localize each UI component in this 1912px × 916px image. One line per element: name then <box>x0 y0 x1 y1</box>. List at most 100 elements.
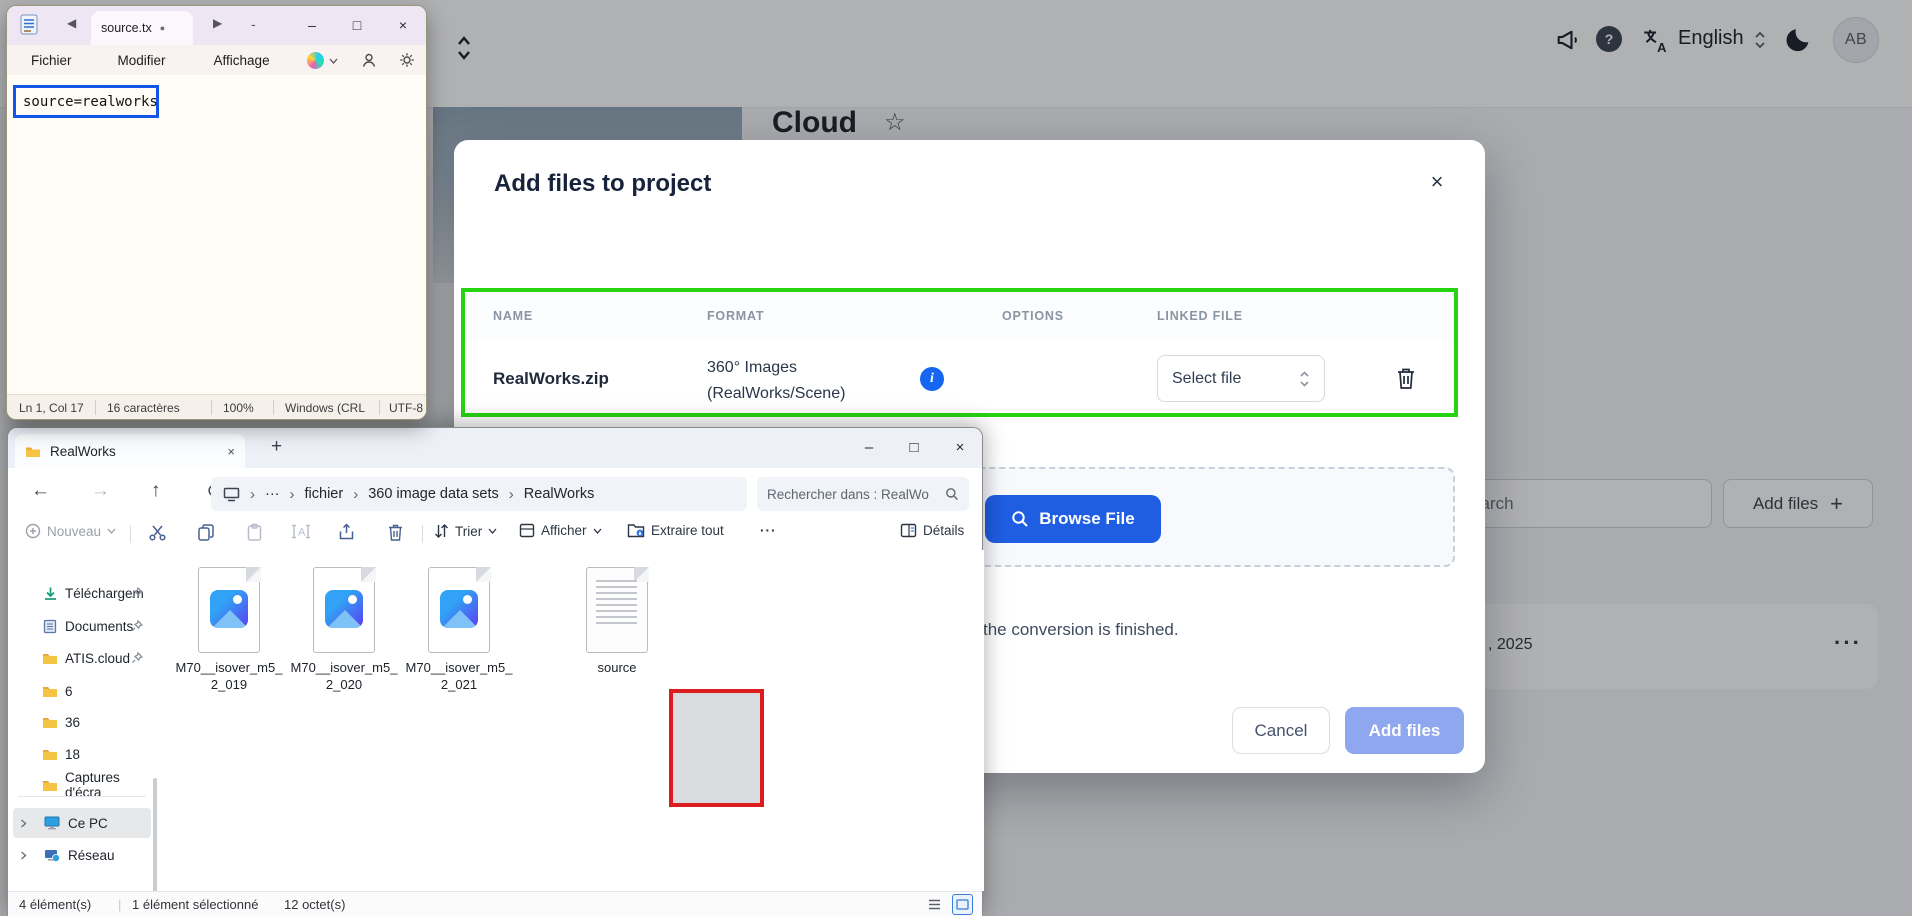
new-button[interactable]: Nouveau <box>25 523 116 539</box>
file-label-line1: M70__isover_m5_ <box>288 659 400 676</box>
this-pc-icon[interactable] <box>223 487 240 502</box>
zoom-level[interactable]: 100% <box>223 401 254 415</box>
sort-button[interactable]: Trier <box>434 523 497 539</box>
notepad-window: ◀ source.tx ● ▶ - – □ × Fichier Modifier… <box>6 5 427 420</box>
tab-forward-icon[interactable]: ▶ <box>213 16 222 30</box>
select-file-dropdown[interactable]: Select file <box>1157 355 1325 402</box>
conversion-note: the conversion is finished. <box>983 620 1179 640</box>
explorer-maximize-button[interactable]: □ <box>897 432 931 462</box>
extract-all-button[interactable]: Extraire tout <box>627 523 724 538</box>
explorer-close-button[interactable]: × <box>943 432 977 462</box>
crumb-sep: › <box>250 486 255 503</box>
share-icon[interactable] <box>338 523 357 541</box>
delete-icon[interactable] <box>387 523 404 542</box>
rename-icon[interactable]: A <box>291 523 311 540</box>
download-icon <box>43 586 58 601</box>
crumb-datasets[interactable]: 360 image data sets <box>368 486 499 502</box>
sidebar-item-atis-cloud[interactable]: ATIS.cloud <box>13 643 151 673</box>
copy-icon[interactable] <box>197 523 215 542</box>
crumb-sep: › <box>353 486 358 503</box>
screen: ? A English AB Cloud ☆ earch Add files +… <box>0 0 1912 916</box>
explorer-minimize-button[interactable]: – <box>852 432 886 462</box>
explorer-toolbar: Nouveau A <box>8 519 982 551</box>
tab-dash-glyph: - <box>251 16 256 32</box>
cut-icon[interactable] <box>148 523 167 542</box>
paste-icon[interactable] <box>246 523 263 542</box>
file-item-source[interactable]: source <box>561 567 673 676</box>
sidebar-item-documents[interactable]: Documents <box>13 611 151 641</box>
selection-count: 1 élément sélectionné <box>132 897 258 912</box>
sidebar-item-ce-pc[interactable]: Ce PC <box>13 808 151 838</box>
notepad-close-button[interactable]: × <box>386 11 420 39</box>
sidebar-item-folder-6[interactable]: 6 <box>13 676 151 706</box>
sidebar-label: 36 <box>65 715 80 730</box>
notepad-maximize-button[interactable]: □ <box>340 11 374 39</box>
file-format: 360° Images (RealWorks/Scene) <box>707 355 845 407</box>
details-button[interactable]: Détails <box>900 523 964 538</box>
list-view-icon[interactable] <box>924 894 945 915</box>
explorer-search-input[interactable]: Rechercher dans : RealWo <box>757 477 969 511</box>
nav-forward-icon[interactable]: → <box>91 480 110 502</box>
thumbnail-view-icon[interactable] <box>952 894 973 915</box>
nav-back-icon[interactable]: ← <box>31 480 50 502</box>
info-icon[interactable]: i <box>920 367 944 391</box>
file-item-021[interactable]: M70__isover_m5_2_021 <box>403 567 515 693</box>
menu-affichage[interactable]: Affichage <box>206 50 278 71</box>
delete-file-icon[interactable] <box>1395 366 1417 392</box>
menu-fichier[interactable]: Fichier <box>23 50 80 71</box>
sidebar-item-folder-18[interactable]: 18 <box>13 739 151 769</box>
svg-text:A: A <box>298 527 306 539</box>
image-file-icon <box>198 567 260 653</box>
browse-file-button[interactable]: Browse File <box>985 495 1161 543</box>
char-count: 16 caractères <box>107 401 180 415</box>
notepad-minimize-button[interactable]: – <box>295 11 329 39</box>
line-ending: Windows (CRL <box>285 401 365 415</box>
sidebar-item-folder-36[interactable]: 36 <box>13 707 151 737</box>
file-label-line2: 2_020 <box>288 676 400 693</box>
copilot-icon[interactable] <box>307 52 324 69</box>
crumb-fichier[interactable]: fichier <box>305 486 344 502</box>
details-icon <box>900 523 917 538</box>
tab-close-icon[interactable]: × <box>227 444 235 459</box>
explorer-search-placeholder: Rechercher dans : RealWo <box>767 487 929 502</box>
search-icon <box>1011 510 1029 528</box>
file-label-line2: 2_021 <box>403 676 515 693</box>
crumb-realworks[interactable]: RealWorks <box>524 486 595 502</box>
toolbar-more-icon[interactable]: ··· <box>760 523 777 538</box>
sidebar-label: ATIS.cloud <box>65 651 130 666</box>
table-row: RealWorks.zip 360° Images (RealWorks/Sce… <box>465 342 1454 417</box>
explorer-sidebar: Téléchargem Documents ATIS.cloud 6 36 <box>8 550 158 891</box>
sidebar-item-downloads[interactable]: Téléchargem <box>13 578 151 608</box>
extract-label: Extraire tout <box>651 523 724 538</box>
chevron-down-icon <box>488 528 497 534</box>
account-icon[interactable] <box>361 52 377 68</box>
notepad-tab[interactable]: source.tx ● <box>91 11 193 45</box>
text-file-icon <box>586 567 648 653</box>
explorer-navbar: ← → ↑ › ··· › fichier › 360 image data s… <box>8 468 982 520</box>
menu-modifier[interactable]: Modifier <box>110 50 174 71</box>
new-tab-icon[interactable]: + <box>271 436 282 458</box>
tab-back-icon[interactable]: ◀ <box>67 16 76 30</box>
sidebar-label: Documents <box>65 619 133 634</box>
copilot-chevron-icon[interactable] <box>329 58 338 64</box>
file-label-line1: source <box>561 659 673 676</box>
file-item-019[interactable]: M70__isover_m5_2_019 <box>173 567 285 693</box>
breadcrumb: › ··· › fichier › 360 image data sets › … <box>211 477 747 511</box>
crumb-ellipsis[interactable]: ··· <box>265 486 280 502</box>
sidebar-label: 6 <box>65 684 73 699</box>
chevron-down-icon <box>593 528 602 534</box>
editor-text[interactable]: source=realworks <box>23 94 158 110</box>
settings-gear-icon[interactable] <box>399 52 415 68</box>
file-item-020[interactable]: M70__isover_m5_2_020 <box>288 567 400 693</box>
modal-close-icon[interactable]: × <box>1419 164 1455 200</box>
sidebar-item-reseau[interactable]: Réseau <box>13 840 151 870</box>
format-line1: 360° Images <box>707 355 845 381</box>
notepad-app-icon <box>19 14 39 36</box>
explorer-tab[interactable]: RealWorks × <box>15 434 245 468</box>
view-button[interactable]: Afficher <box>519 523 602 538</box>
nav-up-icon[interactable]: ↑ <box>151 480 161 502</box>
add-files-submit-button[interactable]: Add files <box>1345 707 1464 754</box>
details-label: Détails <box>923 523 964 538</box>
cancel-button[interactable]: Cancel <box>1232 707 1330 754</box>
chevron-right-icon <box>19 819 28 828</box>
